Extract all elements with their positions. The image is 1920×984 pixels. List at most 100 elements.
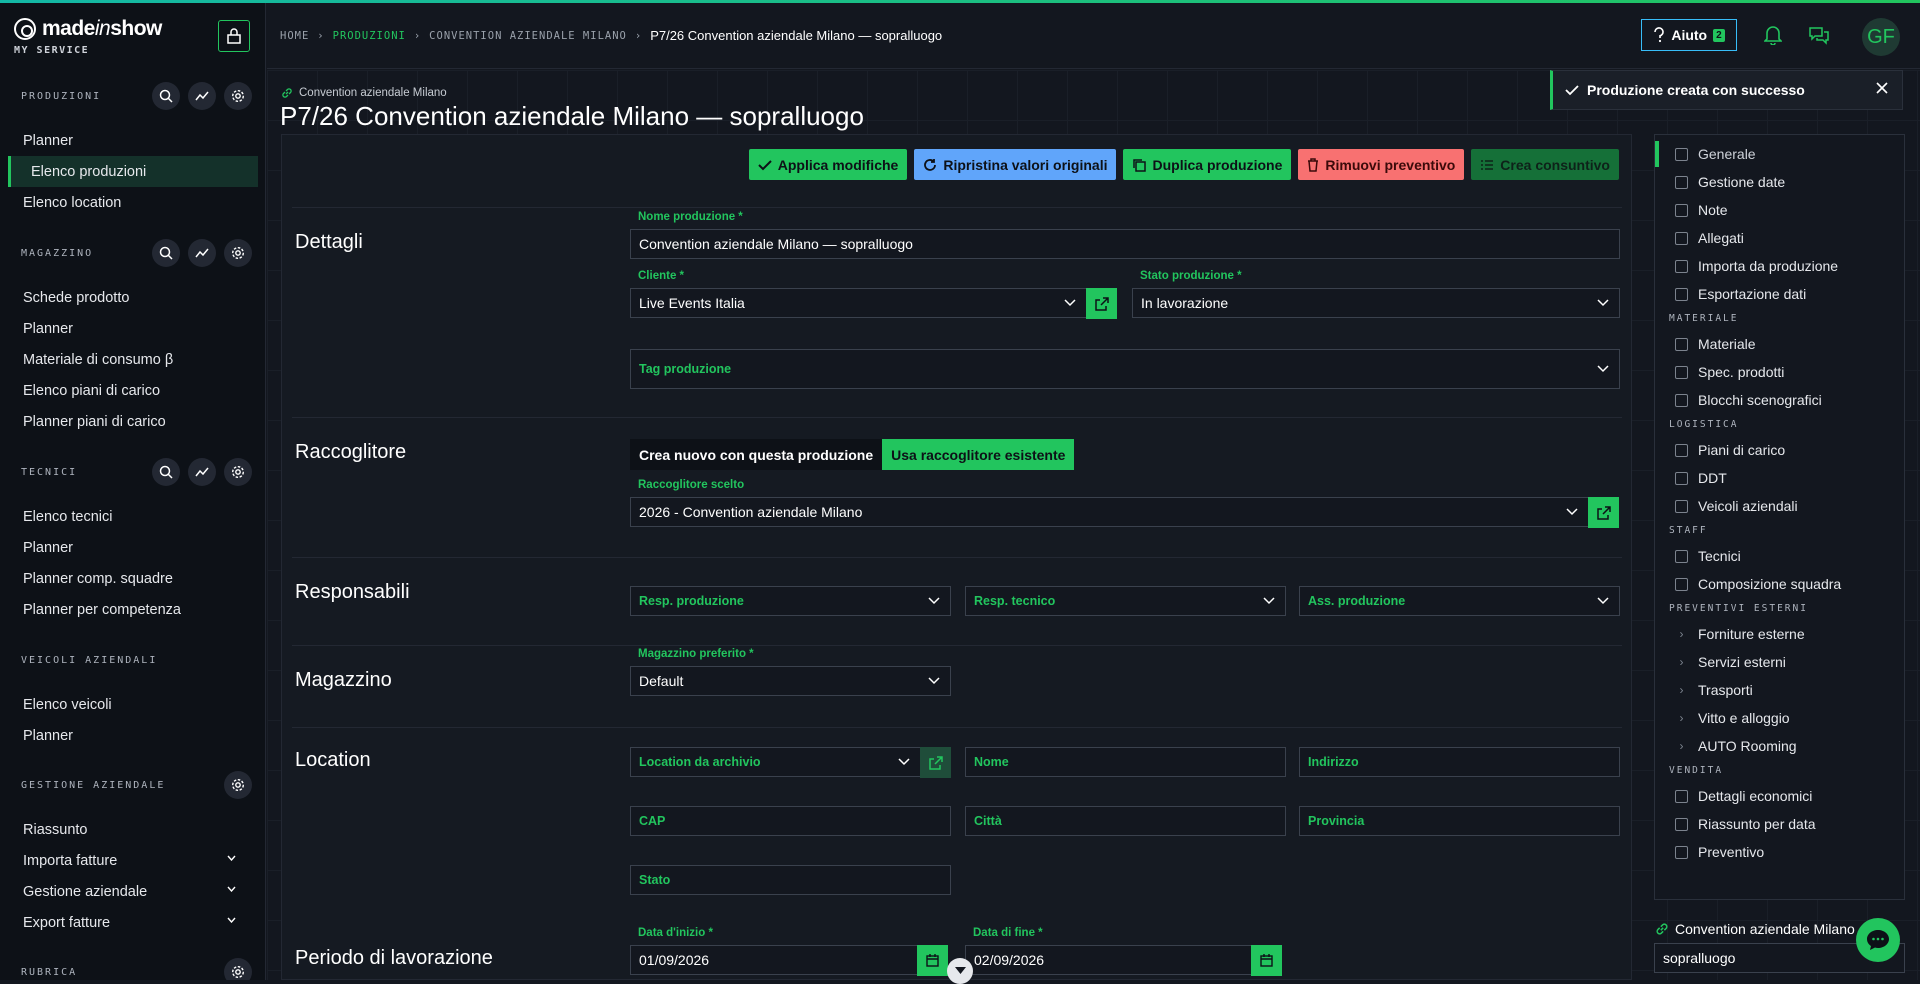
open-client-button[interactable]: [1086, 288, 1117, 319]
location-archive-select[interactable]: Location da archivio: [630, 747, 921, 777]
search-button[interactable]: [152, 239, 180, 267]
cap-input[interactable]: CAP: [630, 806, 951, 836]
create-final-button[interactable]: Crea consuntivo: [1471, 149, 1619, 180]
raccoglitore-link[interactable]: Convention aziendale Milano: [1655, 921, 1875, 937]
parent-production-link[interactable]: Convention aziendale Milano: [281, 87, 447, 99]
sidebar-item-elenco-tecnici[interactable]: Elenco tecnici: [0, 501, 258, 532]
sidebar-item-gestione-aziendale[interactable]: Gestione aziendale: [0, 876, 258, 907]
nav-item-materiale[interactable]: Materiale: [1655, 331, 1756, 357]
sidebar-item-planner[interactable]: Planner: [0, 313, 258, 344]
stats-button[interactable]: [188, 82, 216, 110]
nav-item-riassunto-per-data[interactable]: Riassunto per data: [1655, 811, 1816, 837]
nav-item-tecnici[interactable]: Tecnici: [1655, 543, 1741, 569]
nav-item-dettagli-economici[interactable]: Dettagli economici: [1655, 783, 1812, 809]
nav-item-trasporti[interactable]: › Trasporti: [1655, 677, 1753, 703]
nav-item-importa-da-produzione[interactable]: Importa da produzione: [1655, 253, 1838, 279]
start-date-picker[interactable]: [917, 945, 948, 976]
production-tags-select[interactable]: Tag produzione: [630, 349, 1620, 389]
scroll-down-button[interactable]: [947, 958, 973, 984]
country-input[interactable]: Stato: [630, 865, 951, 895]
client-select[interactable]: Live Events Italia: [630, 288, 1087, 318]
sidebar-item-piani-carico[interactable]: Elenco piani di carico: [0, 375, 258, 406]
nav-item-servizi-esterni[interactable]: › Servizi esterni: [1655, 649, 1786, 675]
sidebar-item-elenco-produzioni[interactable]: Elenco produzioni: [8, 156, 258, 187]
sidebar-item-importa-fatture[interactable]: Importa fatture: [0, 845, 258, 876]
end-date-input[interactable]: 02/09/2026: [965, 945, 1256, 975]
nav-item-composizione-squadra[interactable]: Composizione squadra: [1655, 571, 1841, 597]
open-location-button[interactable]: [920, 747, 951, 778]
location-address-input[interactable]: Indirizzo: [1299, 747, 1620, 777]
settings-button[interactable]: [224, 239, 252, 267]
sidebar-item-export-fatture[interactable]: Export fatture: [0, 907, 258, 938]
duplicate-production-button[interactable]: Duplica produzione: [1123, 149, 1292, 180]
user-avatar[interactable]: GF: [1862, 18, 1900, 56]
sidebar-item-schede-prodotto[interactable]: Schede prodotto: [0, 282, 258, 313]
nav-item-label: Vitto e alloggio: [1698, 710, 1790, 726]
nav-group-heading: VENDITA: [1669, 765, 1724, 776]
nav-item-ddt[interactable]: DDT: [1655, 465, 1727, 491]
close-icon[interactable]: [1876, 82, 1888, 94]
nav-item-esportazione-dati[interactable]: Esportazione dati: [1655, 281, 1806, 307]
breadcrumb-convention[interactable]: CONVENTION AZIENDALE MILANO: [429, 30, 627, 42]
resp-tecnico-select[interactable]: Resp. tecnico: [965, 586, 1286, 616]
end-date-picker[interactable]: [1251, 945, 1282, 976]
stats-button[interactable]: [188, 239, 216, 267]
settings-button[interactable]: [224, 458, 252, 486]
nav-item-piani-di-carico[interactable]: Piani di carico: [1655, 437, 1785, 463]
breadcrumb-produzioni[interactable]: PRODUZIONI: [333, 30, 406, 42]
search-button[interactable]: [152, 458, 180, 486]
sidebar-item-riassunto[interactable]: Riassunto: [0, 814, 258, 845]
production-name-input[interactable]: Convention aziendale Milano — sopralluog…: [630, 229, 1620, 259]
bell-icon[interactable]: [1764, 25, 1782, 45]
input-placeholder: Stato: [639, 873, 671, 887]
raccoglitore-select[interactable]: 2026 - Convention aziendale Milano: [630, 497, 1589, 527]
nav-item-generale[interactable]: Generale: [1655, 141, 1756, 167]
nav-item-forniture-esterne[interactable]: › Forniture esterne: [1655, 621, 1805, 647]
brand-logo[interactable]: madeinshow: [14, 17, 162, 41]
province-input[interactable]: Provincia: [1299, 806, 1620, 836]
apply-changes-button[interactable]: Applica modifiche: [748, 149, 908, 180]
lock-sidebar-button[interactable]: [218, 20, 250, 52]
settings-button[interactable]: [224, 771, 252, 799]
sidebar-item-planner-squadre[interactable]: Planner comp. squadre: [0, 563, 258, 594]
nav-item-auto-rooming[interactable]: › AUTO Rooming: [1655, 733, 1797, 759]
nav-item-spec-prodotti[interactable]: Spec. prodotti: [1655, 359, 1784, 385]
chat-icon[interactable]: [1808, 25, 1830, 45]
resp-produzione-select[interactable]: Resp. produzione: [630, 586, 951, 616]
production-state-select[interactable]: In lavorazione: [1132, 288, 1620, 318]
sidebar-item-materiale-consumo[interactable]: Materiale di consumo β: [0, 344, 258, 375]
nav-item-gestione-date[interactable]: Gestione date: [1655, 169, 1785, 195]
nav-item-preventivo[interactable]: Preventivo: [1655, 839, 1764, 865]
nav-item-note[interactable]: Note: [1655, 197, 1728, 223]
nav-item-veicoli-aziendali[interactable]: Veicoli aziendali: [1655, 493, 1798, 519]
support-chat-button[interactable]: [1856, 918, 1900, 962]
nav-item-vitto-e-alloggio[interactable]: › Vitto e alloggio: [1655, 705, 1790, 731]
location-name-input[interactable]: Nome: [965, 747, 1286, 777]
magazzino-select[interactable]: Default: [630, 666, 951, 696]
use-existing-option[interactable]: Usa raccoglitore esistente: [882, 439, 1075, 470]
sidebar-item-planner-piani[interactable]: Planner piani di carico: [0, 406, 258, 437]
breadcrumb-home[interactable]: HOME: [280, 30, 309, 42]
create-new-option[interactable]: Crea nuovo con questa produzione: [630, 439, 883, 470]
sidebar-item-planner[interactable]: Planner: [0, 125, 258, 156]
search-button[interactable]: [152, 82, 180, 110]
sidebar-item-elenco-location[interactable]: Elenco location: [0, 187, 258, 218]
nav-item-allegati[interactable]: Allegati: [1655, 225, 1744, 251]
ass-produzione-select[interactable]: Ass. produzione: [1299, 586, 1620, 616]
sidebar-item-planner[interactable]: Planner: [0, 720, 258, 751]
settings-button[interactable]: [224, 82, 252, 110]
open-raccoglitore-button[interactable]: [1588, 497, 1619, 528]
nav-item-blocchi-scenografici[interactable]: Blocchi scenografici: [1655, 387, 1822, 413]
input-placeholder: Indirizzo: [1308, 755, 1359, 769]
start-date-input[interactable]: 01/09/2026: [630, 945, 921, 975]
sidebar-item-elenco-veicoli[interactable]: Elenco veicoli: [0, 689, 258, 720]
help-button[interactable]: Aiuto 2: [1641, 19, 1737, 51]
settings-button[interactable]: [224, 958, 252, 980]
restore-values-button[interactable]: Ripristina valori originali: [914, 149, 1117, 180]
sidebar-item-planner-competenza[interactable]: Planner per competenza: [0, 594, 258, 625]
sidebar-item-planner[interactable]: Planner: [0, 532, 258, 563]
stats-button[interactable]: [188, 458, 216, 486]
remove-quote-button[interactable]: Rimuovi preventivo: [1298, 149, 1465, 180]
city-input[interactable]: Città: [965, 806, 1286, 836]
chevron-right-icon: ›: [1679, 683, 1684, 697]
